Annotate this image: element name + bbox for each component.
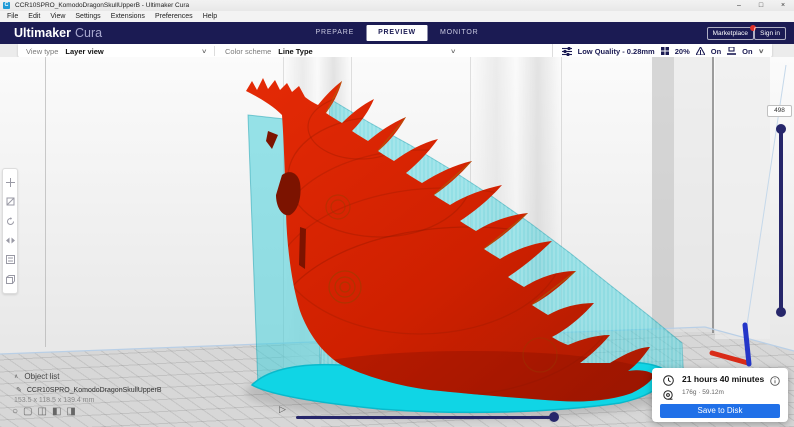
save-to-disk-button[interactable]: Save to Disk	[660, 404, 780, 418]
front-view-icon[interactable]: ▢	[23, 406, 32, 418]
chevron-down-icon: ∨	[200, 48, 207, 55]
menu-bar: File Edit View Settings Extensions Prefe…	[0, 11, 794, 22]
menu-view[interactable]: View	[45, 11, 70, 22]
material-estimate: 176g · 59.12m	[682, 389, 724, 396]
tool-panel	[2, 168, 18, 294]
close-button[interactable]: ×	[772, 0, 794, 11]
3d-view-icon[interactable]: ○	[12, 406, 18, 418]
object-list-label: Object list	[24, 372, 60, 381]
camera-view-buttons: ○ ▢ ◫ ◧ ◨	[12, 406, 76, 418]
color-scheme-label: Color scheme	[225, 46, 272, 56]
caret-up-icon: ∧	[14, 374, 19, 380]
per-model-settings-icon[interactable]	[5, 255, 15, 265]
color-scheme-value: Line Type	[278, 46, 313, 56]
simulation-slider-handle[interactable]	[549, 412, 559, 422]
right-view-icon[interactable]: ◨	[66, 406, 75, 418]
edit-pencil-icon: ✎	[16, 387, 22, 394]
sliders-icon	[561, 46, 572, 56]
menu-file[interactable]: File	[2, 11, 23, 22]
object-list-item[interactable]: ✎ CCR10SPRO_KomodoDragonSkullUpperB	[16, 386, 162, 395]
profile-value: Low Quality - 0.28mm	[577, 46, 655, 56]
window-titlebar: C CCR10SPRO_KomodoDragonSkullUpperB - Ul…	[0, 0, 794, 11]
infill-value: 20%	[674, 46, 690, 56]
menu-preferences[interactable]: Preferences	[150, 11, 198, 22]
tab-monitor[interactable]: MONITOR	[428, 25, 491, 41]
marketplace-button[interactable]: Marketplace	[706, 24, 756, 40]
chevron-down-icon: ∨	[449, 48, 456, 55]
cura-window: C CCR10SPRO_KomodoDragonSkullUpperB - Ul…	[0, 0, 794, 427]
stage-menu-bar: View type Layer view ∨ Color scheme Line…	[18, 44, 772, 58]
tab-prepare[interactable]: PREPARE	[304, 25, 367, 41]
minimize-button[interactable]: –	[728, 0, 750, 11]
left-view-icon[interactable]: ◧	[52, 406, 61, 418]
material-spool-icon	[663, 387, 673, 405]
print-settings-summary[interactable]: Low Quality - 0.28mm 20% On On ∨	[551, 44, 772, 58]
sign-in-button[interactable]: Sign in	[754, 26, 786, 40]
view-type-label: View type	[26, 46, 59, 56]
window-title: CCR10SPRO_KomodoDragonSkullUpperB - Ulti…	[15, 2, 190, 9]
adhesion-value: On	[742, 46, 753, 56]
object-list-toggle[interactable]: ∧ Object list	[14, 372, 60, 381]
object-dimensions: 153.5 x 118.5 x 139.4 mm	[14, 397, 95, 404]
print-summary-card: 21 hours 40 minutes 176g · 59.12m Save t…	[652, 368, 788, 422]
brand-logo: Ultimaker Cura	[14, 26, 103, 40]
print-time-estimate: 21 hours 40 minutes	[682, 374, 765, 384]
scale-tool-icon[interactable]	[5, 197, 15, 207]
layer-slider-bottom-handle[interactable]	[776, 307, 786, 317]
rotate-tool-icon[interactable]	[5, 216, 15, 226]
mirror-tool-icon[interactable]	[5, 236, 15, 246]
top-view-icon[interactable]: ◫	[38, 406, 47, 418]
view-type-dropdown[interactable]: View type Layer view ∨	[18, 44, 214, 58]
maximize-button[interactable]: □	[750, 0, 772, 11]
move-tool-icon[interactable]	[5, 178, 15, 188]
z-axis-blue	[742, 322, 752, 367]
info-icon[interactable]	[770, 373, 780, 391]
menu-help[interactable]: Help	[198, 11, 222, 22]
color-scheme-dropdown[interactable]: Color scheme Line Type ∨	[215, 44, 465, 58]
cura-app-icon: C	[3, 2, 10, 9]
support-value: On	[710, 46, 722, 56]
app-header: Ultimaker Cura PREPARE PREVIEW MONITOR Ma…	[0, 22, 794, 44]
support-blocker-icon[interactable]	[5, 274, 15, 284]
layer-slider-track[interactable]	[779, 128, 783, 312]
x-axis-red	[709, 350, 751, 366]
menu-edit[interactable]: Edit	[23, 11, 45, 22]
infill-icon	[660, 47, 669, 55]
layer-number-label: 498	[767, 105, 792, 117]
play-button[interactable]: ▷	[279, 404, 286, 415]
menu-extensions[interactable]: Extensions	[106, 11, 150, 22]
layer-slider-top-handle[interactable]	[776, 124, 786, 134]
view-type-value: Layer view	[65, 46, 104, 56]
tab-preview[interactable]: PREVIEW	[366, 25, 428, 41]
object-name: CCR10SPRO_KomodoDragonSkullUpperB	[26, 386, 162, 394]
simulation-slider-track[interactable]	[296, 416, 556, 419]
menu-settings[interactable]: Settings	[70, 11, 105, 22]
stage-tabs: PREPARE PREVIEW MONITOR	[304, 22, 491, 44]
adhesion-icon	[727, 47, 737, 55]
chevron-down-icon: ∨	[757, 48, 764, 55]
support-icon	[695, 47, 705, 55]
